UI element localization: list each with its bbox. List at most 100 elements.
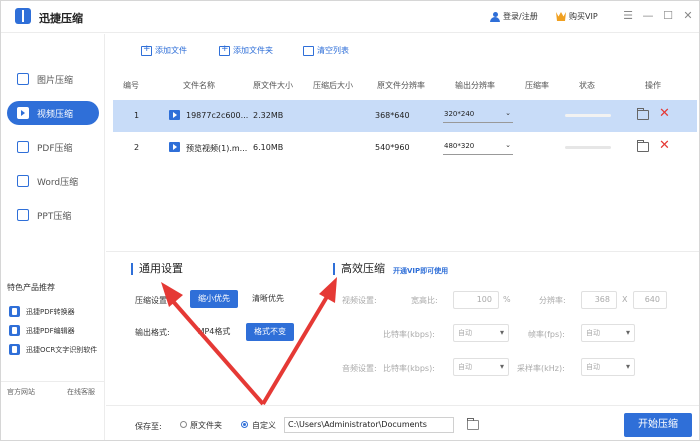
save-to-label: 保存至: — [135, 422, 162, 431]
output-resolution-value: 320*240 — [444, 110, 475, 118]
arrow-head-advanced — [319, 277, 337, 303]
aspect-ratio-input[interactable]: 100 — [453, 291, 499, 309]
source-resolution: 540*960 — [375, 143, 410, 152]
row-number: 1 — [134, 111, 140, 120]
video-icon — [17, 107, 29, 119]
resolution-width-input[interactable]: 368 — [581, 291, 617, 309]
size-priority-option[interactable]: 缩小优先 — [190, 290, 238, 308]
close-icon[interactable]: ✕ — [681, 9, 695, 23]
login-label: 登录/注册 — [503, 12, 538, 21]
column-header: 压缩后大小 — [313, 81, 353, 90]
toolbar: 添加文件 添加文件夹 清空列表 — [106, 34, 699, 68]
sidebar-item-word[interactable]: Word压缩 — [7, 169, 99, 193]
save-path-input[interactable]: C:\Users\Administrator\Documents — [284, 417, 454, 433]
arrow-to-advanced-compress — [261, 293, 330, 406]
word-icon — [17, 175, 29, 187]
mp4-format-option[interactable]: MP4格式 — [190, 323, 238, 341]
add-folder-icon — [219, 44, 230, 56]
general-settings-title: 通用设置 — [131, 263, 183, 275]
arrow-to-general-settings — [169, 297, 265, 406]
keep-format-option[interactable]: 格式不变 — [246, 323, 294, 341]
sidebar-item-image[interactable]: 图片压缩 — [7, 67, 99, 91]
fps-select[interactable]: 自动 — [581, 324, 635, 342]
fps-label: 帧率(fps): — [528, 330, 565, 339]
clear-list-button[interactable]: 清空列表 — [303, 45, 349, 56]
minimize-icon[interactable]: — — [641, 9, 655, 23]
vip-label: 购买VIP — [569, 12, 598, 21]
column-header: 原文件分辨率 — [377, 81, 425, 90]
maximize-icon[interactable]: ☐ — [661, 9, 675, 23]
aspect-ratio-label: 宽高比: — [411, 296, 438, 305]
sidebar-item-label: PPT压缩 — [37, 211, 72, 222]
title-bar: 迅捷压缩 登录/注册 购买VIP ☰ — ☐ ✕ — [1, 1, 699, 33]
resolution-x: X — [622, 295, 628, 304]
video-bitrate-label: 比特率(kbps): — [383, 330, 435, 339]
video-settings-label: 视频设置: — [342, 296, 377, 305]
table-row[interactable]: 2 预览视频(1).m... 6.10MB 540*960 480*320 ⌄ ✕ — [113, 132, 697, 164]
recommend-label: 迅捷OCR文字识别软件 — [26, 345, 98, 354]
output-resolution-value: 480*320 — [444, 142, 475, 150]
add-file-icon — [141, 44, 152, 56]
column-header: 文件名称 — [183, 81, 215, 90]
login-button[interactable]: 登录/注册 — [490, 11, 538, 22]
app-window: 迅捷压缩 登录/注册 购买VIP ☰ — ☐ ✕ 图片压缩 视频压缩 PDF压缩… — [0, 0, 700, 441]
sidebar-item-label: 视频压缩 — [37, 109, 74, 120]
sidebar-item-ppt[interactable]: PPT压缩 — [7, 203, 99, 227]
section-divider — [106, 251, 699, 252]
add-folder-label: 添加文件夹 — [233, 46, 273, 55]
sidebar-item-pdf[interactable]: PDF压缩 — [7, 135, 99, 159]
buy-vip-button[interactable]: 购买VIP — [556, 11, 598, 22]
audio-bitrate-label: 比特率(kbps): — [383, 364, 435, 373]
video-file-icon — [169, 110, 180, 120]
column-header: 压缩率 — [525, 81, 549, 90]
table-header: 编号 文件名称 原文件大小 压缩后大小 原文件分辨率 输出分辨率 压缩率 状态 … — [113, 74, 697, 96]
row-number: 2 — [134, 143, 140, 152]
ppt-icon — [17, 209, 29, 221]
recommend-label: 迅捷PDF转换器 — [26, 307, 75, 316]
recommend-item[interactable]: 迅捷PDF转换器 — [9, 306, 75, 317]
add-folder-button[interactable]: 添加文件夹 — [219, 44, 273, 56]
trash-icon — [303, 45, 314, 56]
custom-folder-radio[interactable] — [241, 421, 248, 428]
source-resolution: 368*640 — [375, 111, 410, 120]
open-folder-icon[interactable] — [637, 108, 649, 120]
video-bitrate-select[interactable]: 自动 — [453, 324, 509, 342]
sidebar-item-label: PDF压缩 — [37, 143, 73, 154]
sidebar-item-label: 图片压缩 — [37, 75, 74, 86]
recommend-item[interactable]: 迅捷OCR文字识别软件 — [9, 344, 97, 355]
video-file-icon — [169, 142, 180, 152]
browse-folder-icon[interactable] — [467, 418, 479, 430]
start-compress-button[interactable]: 开始压缩 — [624, 413, 692, 437]
pdf-converter-icon — [9, 306, 20, 317]
sidebar-footer-divider — [1, 381, 105, 382]
status-progress — [565, 146, 611, 149]
original-folder-radio[interactable] — [180, 421, 187, 428]
delete-icon[interactable]: ✕ — [659, 106, 670, 121]
recommend-item[interactable]: 迅捷PDF编辑器 — [9, 325, 75, 336]
crown-icon — [556, 12, 566, 21]
resolution-height-input[interactable]: 640 — [633, 291, 667, 309]
add-file-button[interactable]: 添加文件 — [141, 44, 187, 56]
chevron-down-icon: ⌄ — [505, 109, 511, 117]
open-folder-icon[interactable] — [637, 140, 649, 152]
file-size: 6.10MB — [253, 143, 284, 152]
output-resolution-select[interactable]: 480*320 ⌄ — [443, 140, 513, 155]
column-header: 原文件大小 — [253, 81, 293, 90]
clarity-priority-option[interactable]: 清晰优先 — [244, 290, 292, 308]
delete-icon[interactable]: ✕ — [659, 138, 670, 153]
audio-settings-label: 音频设置: — [342, 364, 377, 373]
recommend-title: 特色产品推荐 — [7, 283, 55, 292]
vip-upgrade-link[interactable]: 开通VIP即可使用 — [393, 266, 448, 276]
menu-icon[interactable]: ☰ — [621, 9, 635, 23]
official-website-link[interactable]: 官方网站 — [7, 387, 35, 397]
audio-bitrate-select[interactable]: 自动 — [453, 358, 509, 376]
online-support-link[interactable]: 在线客服 — [67, 387, 95, 397]
app-logo-icon — [15, 8, 31, 24]
sample-rate-label: 采样率(kHz): — [517, 364, 565, 373]
sidebar-item-label: Word压缩 — [37, 177, 79, 188]
sample-rate-select[interactable]: 自动 — [581, 358, 635, 376]
table-row[interactable]: 1 19877c2c600... 2.32MB 368*640 320*240 ⌄… — [113, 100, 697, 132]
sidebar-item-video[interactable]: 视频压缩 — [7, 101, 99, 125]
output-resolution-select[interactable]: 320*240 ⌄ — [443, 108, 513, 123]
original-folder-label: 原文件夹 — [190, 421, 222, 430]
